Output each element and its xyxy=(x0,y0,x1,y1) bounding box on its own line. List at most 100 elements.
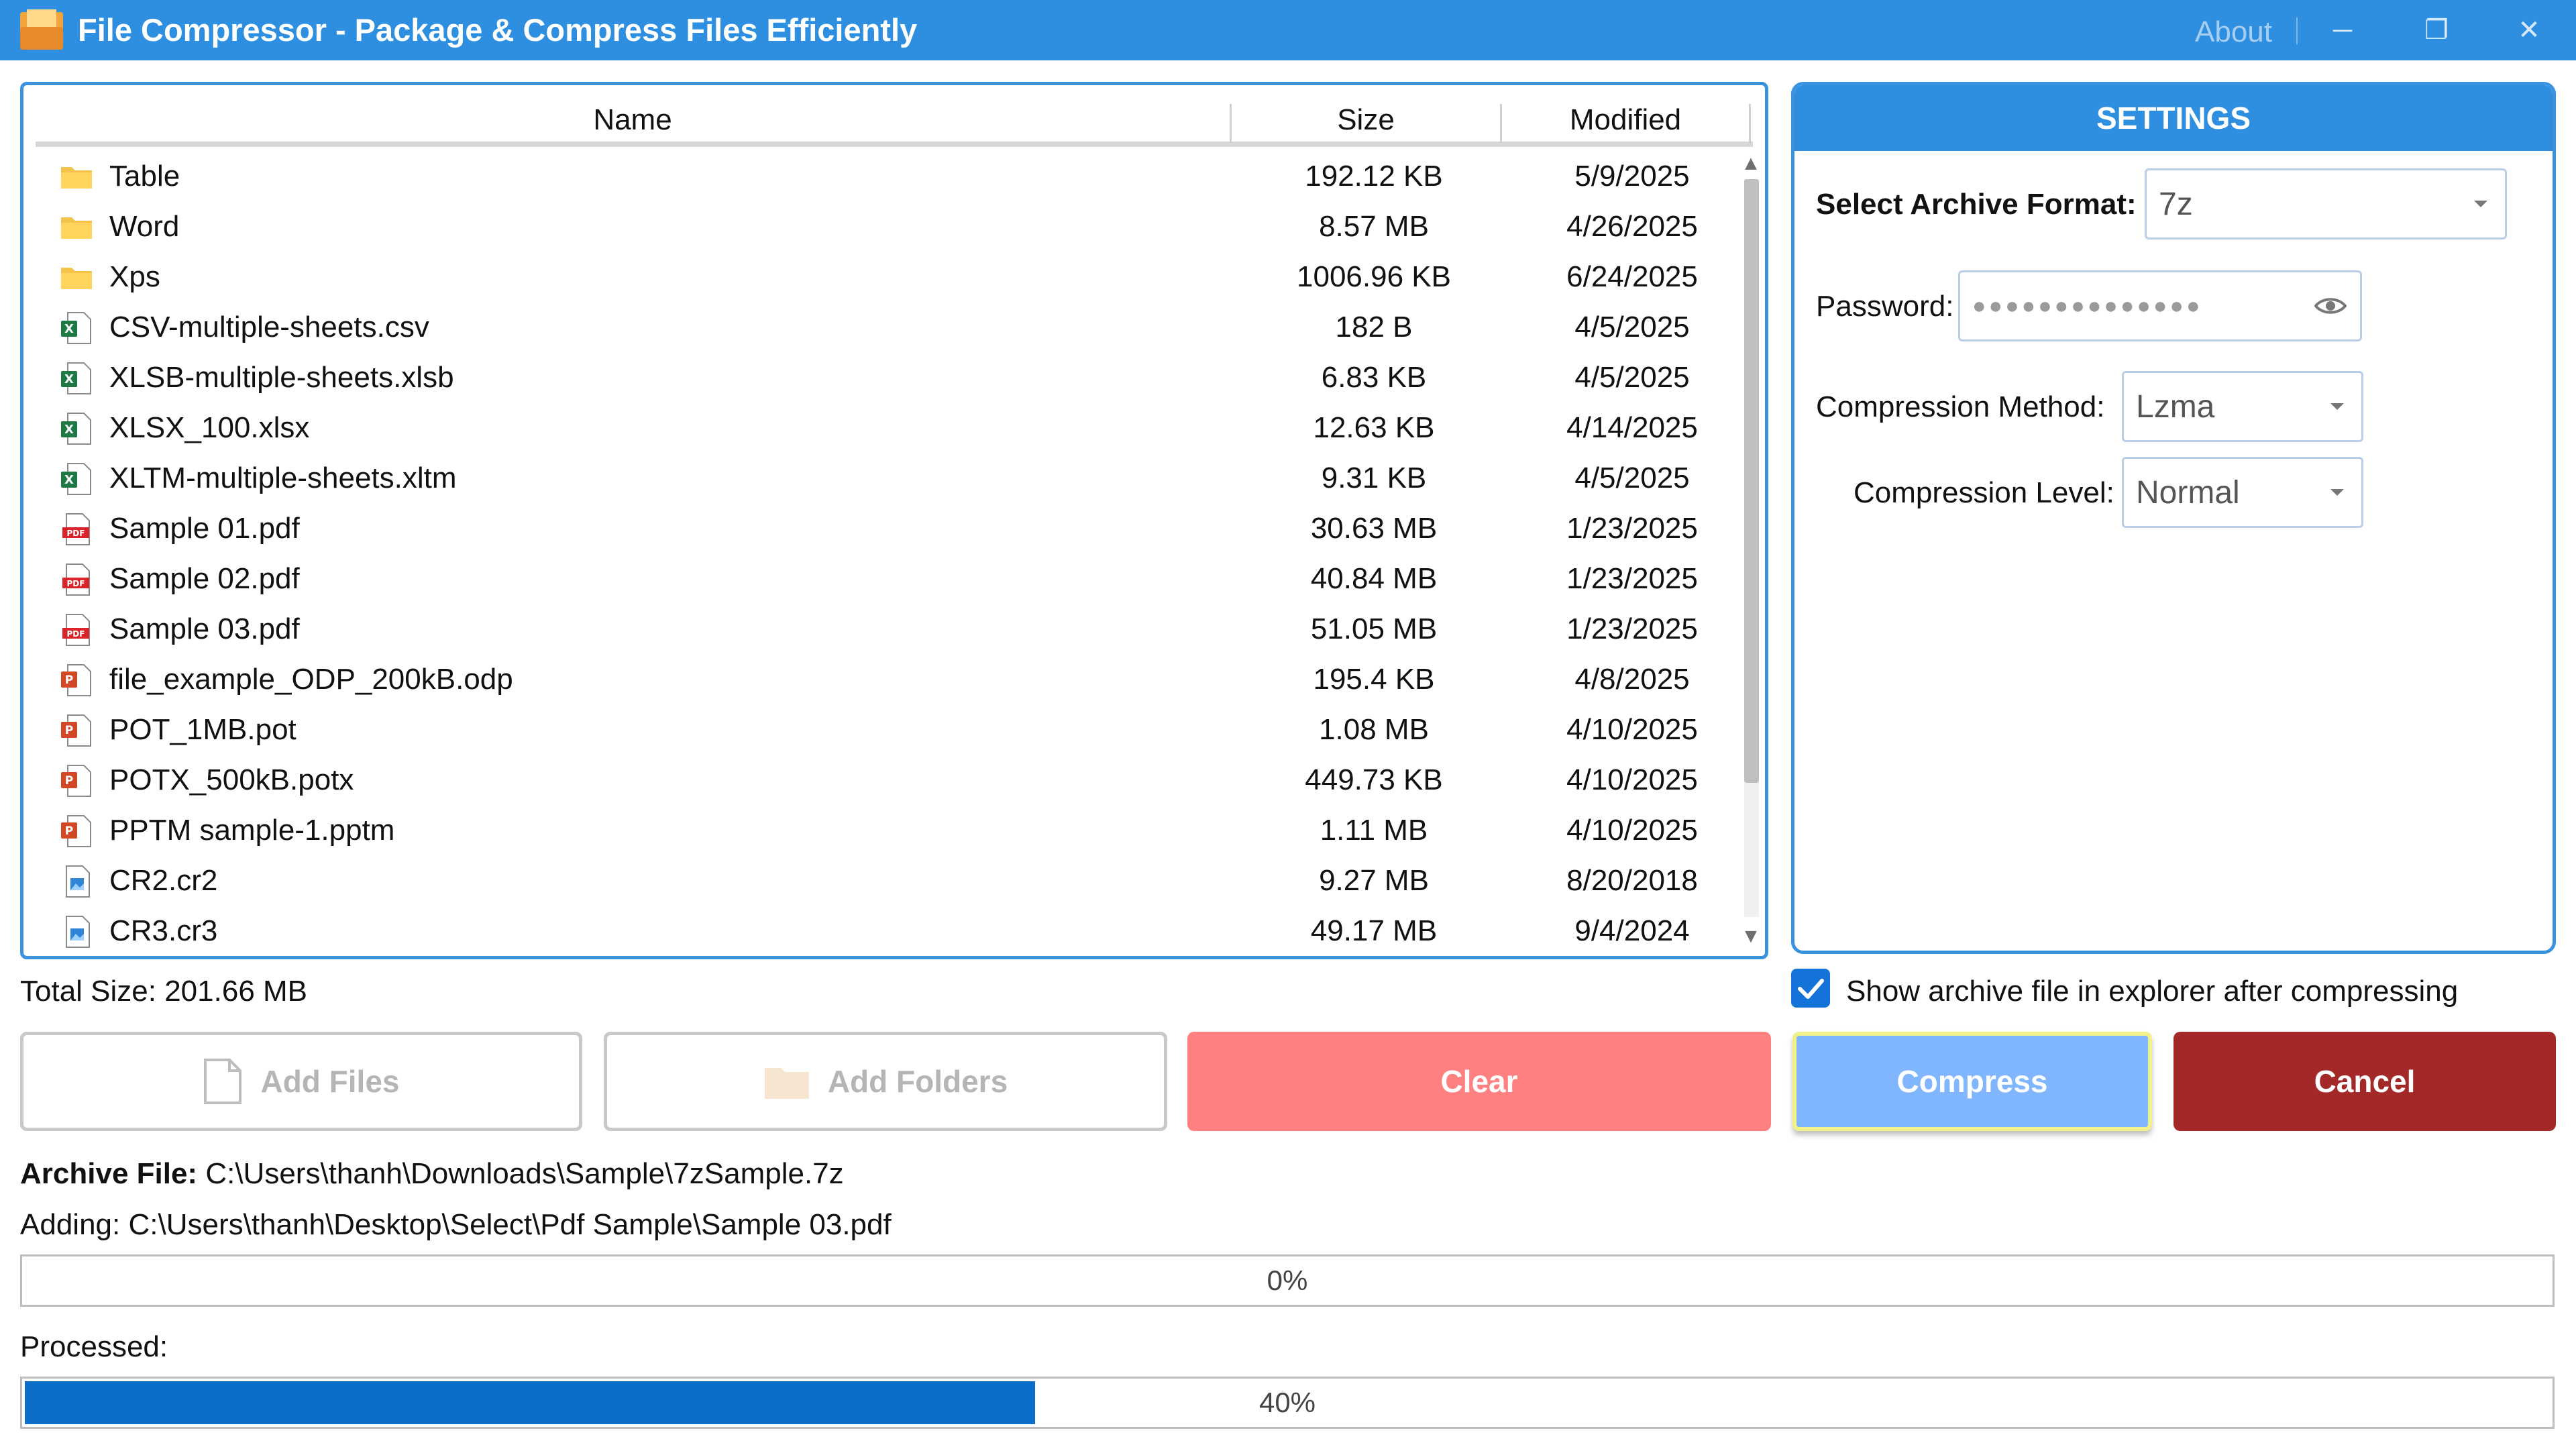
add-files-button[interactable]: Add Files xyxy=(20,1032,582,1131)
file-row[interactable]: CR3.cr3 49.17 MB 9/4/2024 xyxy=(36,906,1753,956)
file-name: Xps xyxy=(109,260,160,293)
powerpoint-file-icon: P xyxy=(60,714,93,747)
vertical-scrollbar[interactable] xyxy=(1744,179,1759,917)
scroll-up-arrow-icon[interactable]: ▲ xyxy=(1737,152,1764,174)
title-separator xyxy=(2296,17,2298,44)
file-name: CR3.cr3 xyxy=(109,914,218,947)
column-header-modified[interactable]: Modified xyxy=(1502,97,1749,143)
archive-file-label: Archive File: xyxy=(20,1157,198,1190)
file-size: 195.4 KB xyxy=(1313,663,1435,696)
file-row[interactable]: P POTX_500kB.potx 449.73 KB 4/10/2025 xyxy=(36,755,1753,805)
adding-path: C:\Users\thanh\Desktop\Select\Pdf Sample… xyxy=(128,1208,892,1241)
file-size: 1.11 MB xyxy=(1320,814,1428,847)
add-files-label: Add Files xyxy=(260,1064,400,1099)
file-row[interactable]: PDF Sample 01.pdf 30.63 MB 1/23/2025 xyxy=(36,503,1753,553)
file-size: 8.57 MB xyxy=(1319,210,1429,243)
file-row[interactable]: P PPTM sample-1.pptm 1.11 MB 4/10/2025 xyxy=(36,805,1753,855)
eye-icon[interactable] xyxy=(2314,296,2347,316)
svg-text:P: P xyxy=(65,774,73,788)
svg-text:X: X xyxy=(64,322,74,336)
file-row[interactable]: Word 8.57 MB 4/26/2025 xyxy=(36,201,1753,252)
show-in-explorer-label[interactable]: Show archive file in explorer after comp… xyxy=(1846,971,2458,1012)
processed-progress-text: 40% xyxy=(1258,1387,1316,1418)
file-list-panel[interactable]: Name Size Modified Table 192.12 KB 5/9/202… xyxy=(20,82,1768,959)
file-modified: 5/9/2025 xyxy=(1574,160,1690,193)
file-name: CR2.cr2 xyxy=(109,864,218,897)
compression-level-value: Normal xyxy=(2136,474,2240,511)
add-folders-button[interactable]: Add Folders xyxy=(604,1032,1167,1131)
file-size: 182 B xyxy=(1335,311,1413,343)
archive-format-select[interactable]: 7z xyxy=(2145,168,2507,239)
file-row[interactable]: Table 192.12 KB 5/9/2025 xyxy=(36,151,1753,201)
file-modified: 1/23/2025 xyxy=(1566,512,1698,545)
show-in-explorer-checkbox[interactable] xyxy=(1791,969,1830,1008)
minimize-button[interactable]: ─ xyxy=(2322,12,2363,48)
file-name: Sample 03.pdf xyxy=(109,612,300,645)
file-modified: 1/23/2025 xyxy=(1566,562,1698,595)
file-row[interactable]: X XLTM-multiple-sheets.xltm 9.31 KB 4/5/202… xyxy=(36,453,1753,503)
file-name: Table xyxy=(109,160,180,193)
file-name: Word xyxy=(109,210,180,243)
restore-button[interactable]: ❐ xyxy=(2416,12,2457,48)
processed-progress-bar: 40% xyxy=(20,1377,2555,1429)
archive-format-label: Select Archive Format: xyxy=(1816,188,2137,221)
powerpoint-file-icon: P xyxy=(60,814,93,848)
password-input[interactable]: ●●●●●●●●●●●●●● xyxy=(1958,270,2362,341)
file-row[interactable]: Xps 1006.96 KB 6/24/2025 xyxy=(36,252,1753,302)
image-file-icon xyxy=(60,915,93,949)
close-button[interactable]: ✕ xyxy=(2509,12,2549,48)
window-title: File Compressor - Package & Compress Fil… xyxy=(78,12,918,48)
column-header-size[interactable]: Size xyxy=(1232,97,1500,143)
svg-text:PDF: PDF xyxy=(67,579,85,588)
chevron-down-icon xyxy=(2330,403,2344,410)
file-name: CSV-multiple-sheets.csv xyxy=(109,311,429,343)
title-bar: File Compressor - Package & Compress Fil… xyxy=(0,0,2576,60)
file-row[interactable]: Pfile_example_ODP_200kB.odp 195.4 KB 4/8/2… xyxy=(36,654,1753,704)
compress-button[interactable]: Compress xyxy=(1792,1032,2152,1131)
chevron-down-icon xyxy=(2330,489,2344,496)
excel-file-icon: X xyxy=(60,311,93,345)
svg-text:X: X xyxy=(64,372,74,386)
scrollbar-thumb[interactable] xyxy=(1744,179,1759,783)
file-size: 9.27 MB xyxy=(1319,864,1429,897)
file-name: Sample 02.pdf xyxy=(109,562,300,595)
clear-button[interactable]: Clear xyxy=(1187,1032,1771,1131)
file-name: POT_1MB.pot xyxy=(109,713,297,746)
file-modified: 4/5/2025 xyxy=(1574,361,1690,394)
file-modified: 4/5/2025 xyxy=(1574,462,1690,494)
file-modified: 9/4/2024 xyxy=(1574,914,1690,947)
folder-icon xyxy=(60,261,93,294)
app-icon xyxy=(20,9,63,50)
svg-text:PDF: PDF xyxy=(67,529,85,538)
file-row[interactable]: CR2.cr2 9.27 MB 8/20/2018 xyxy=(36,855,1753,906)
column-divider[interactable] xyxy=(1749,104,1751,143)
compression-method-select[interactable]: Lzma xyxy=(2122,371,2363,442)
file-name: XLSB-multiple-sheets.xlsb xyxy=(109,361,454,394)
svg-text:PDF: PDF xyxy=(67,629,85,639)
archive-format-value: 7z xyxy=(2159,186,2193,222)
file-modified: 4/10/2025 xyxy=(1566,814,1698,847)
file-row[interactable]: X CSV-multiple-sheets.csv 182 B 4/5/2025 xyxy=(36,302,1753,352)
file-name: XLSX_100.xlsx xyxy=(109,411,310,444)
file-row[interactable]: X XLSB-multiple-sheets.xlsb 6.83 KB 4/5/202… xyxy=(36,352,1753,402)
pdf-file-icon: PDF xyxy=(60,613,93,647)
powerpoint-file-icon: P xyxy=(60,663,93,697)
compression-method-value: Lzma xyxy=(2136,388,2215,425)
compression-level-select[interactable]: Normal xyxy=(2122,457,2363,528)
scroll-down-arrow-icon[interactable]: ▼ xyxy=(1737,925,1764,947)
file-size: 12.63 KB xyxy=(1313,411,1435,444)
column-header-name[interactable]: Name xyxy=(36,97,1230,143)
svg-text:P: P xyxy=(65,724,73,737)
checkmark-icon xyxy=(1798,979,1824,999)
file-row[interactable]: PDF Sample 03.pdf 51.05 MB 1/23/2025 xyxy=(36,604,1753,654)
about-link[interactable]: About xyxy=(2195,0,2272,64)
cancel-button[interactable]: Cancel xyxy=(2174,1032,2556,1131)
folder-icon xyxy=(764,1068,809,1099)
svg-text:X: X xyxy=(64,473,74,487)
svg-text:P: P xyxy=(65,824,73,838)
file-row[interactable]: PDF Sample 02.pdf 40.84 MB 1/23/2025 xyxy=(36,553,1753,604)
file-row[interactable]: P POT_1MB.pot 1.08 MB 4/10/2025 xyxy=(36,704,1753,755)
svg-text:P: P xyxy=(65,674,73,687)
chevron-down-icon xyxy=(2474,201,2487,207)
file-row[interactable]: X XLSX_100.xlsx 12.63 KB 4/14/2025 xyxy=(36,402,1753,453)
